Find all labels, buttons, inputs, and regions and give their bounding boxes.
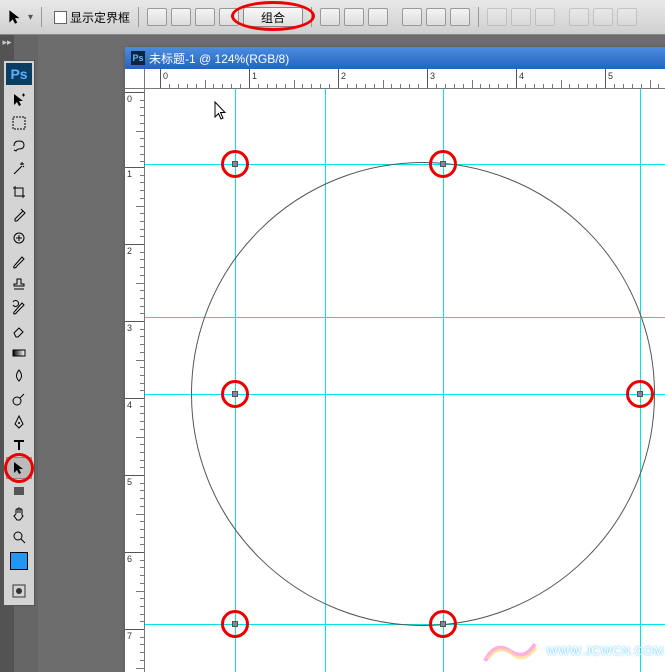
dropdown-arrow-icon[interactable]: ▾ bbox=[28, 12, 33, 23]
checkbox-icon bbox=[54, 11, 67, 24]
ruler-h-tick: 0 bbox=[163, 71, 168, 81]
tool-brush[interactable] bbox=[6, 250, 32, 272]
align-6[interactable] bbox=[450, 8, 470, 26]
ruler-v-tick: 0 bbox=[127, 94, 132, 104]
ruler-h-tick: 2 bbox=[341, 71, 346, 81]
tool-path-select[interactable] bbox=[6, 457, 32, 479]
ruler-h-tick: 5 bbox=[608, 71, 613, 81]
distribute-3[interactable] bbox=[535, 8, 555, 26]
watermark: WWW.JCWCN.COM bbox=[480, 636, 664, 666]
align-4[interactable] bbox=[402, 8, 422, 26]
path-op-2[interactable] bbox=[171, 8, 191, 26]
ruler-h-tick: 3 bbox=[430, 71, 435, 81]
tool-hand[interactable] bbox=[6, 503, 32, 525]
tool-crop[interactable] bbox=[6, 181, 32, 203]
tool-gradient[interactable] bbox=[6, 342, 32, 364]
combine-button-label: 组合 bbox=[261, 11, 285, 25]
tool-wand[interactable] bbox=[6, 158, 32, 180]
document-title-text: 未标题-1 @ 124%(RGB/8) bbox=[149, 50, 289, 67]
ruler-v-tick: 7 bbox=[127, 631, 132, 641]
distribute-2[interactable] bbox=[511, 8, 531, 26]
ruler-v-tick: 1 bbox=[127, 169, 132, 179]
tool-pen[interactable] bbox=[6, 411, 32, 433]
expand-arrows-icon: ▸▸ bbox=[0, 35, 14, 47]
ps-logo-icon: Ps bbox=[6, 63, 32, 85]
distribute-6[interactable] bbox=[617, 8, 637, 26]
distribute-4[interactable] bbox=[569, 8, 589, 26]
toolbox-panel: Ps bbox=[3, 60, 35, 606]
ruler-v-tick: 5 bbox=[127, 477, 132, 487]
align-2[interactable] bbox=[344, 8, 364, 26]
ruler-origin-corner[interactable] bbox=[125, 69, 145, 89]
quick-mask-button[interactable] bbox=[6, 580, 32, 602]
ruler-h-tick: 4 bbox=[519, 71, 524, 81]
combine-button[interactable]: 组合 bbox=[243, 7, 303, 27]
anchor-point[interactable] bbox=[440, 621, 446, 627]
cursor-icon bbox=[213, 101, 227, 121]
tool-eyedropper[interactable] bbox=[6, 204, 32, 226]
foreground-swatch[interactable] bbox=[10, 552, 28, 570]
tool-healing[interactable] bbox=[6, 227, 32, 249]
background-swatch[interactable] bbox=[17, 559, 31, 573]
tool-move[interactable] bbox=[6, 89, 32, 111]
tool-history-brush[interactable] bbox=[6, 296, 32, 318]
tool-zoom[interactable] bbox=[6, 526, 32, 548]
anchor-point[interactable] bbox=[637, 391, 643, 397]
canvas-area[interactable]: WWW.JCWCN.COM bbox=[145, 89, 665, 672]
align-3[interactable] bbox=[368, 8, 388, 26]
document-titlebar[interactable]: Ps 未标题-1 @ 124%(RGB/8) bbox=[125, 47, 665, 69]
ruler-h-tick: 1 bbox=[252, 71, 257, 81]
vertical-ruler[interactable]: 0 1 2 3 4 5 6 7 bbox=[125, 89, 145, 672]
path-op-1[interactable] bbox=[147, 8, 167, 26]
path-op-3[interactable] bbox=[195, 8, 215, 26]
anchor-point[interactable] bbox=[232, 621, 238, 627]
tool-marquee[interactable] bbox=[6, 112, 32, 134]
anchor-point[interactable] bbox=[232, 391, 238, 397]
circle-path[interactable] bbox=[191, 162, 655, 626]
ruler-v-tick: 2 bbox=[127, 246, 132, 256]
path-select-indicator bbox=[6, 8, 24, 26]
ruler-v-tick: 6 bbox=[127, 554, 132, 564]
tool-stamp[interactable] bbox=[6, 273, 32, 295]
distribute-1[interactable] bbox=[487, 8, 507, 26]
watermark-logo-icon bbox=[480, 636, 540, 666]
distribute-5[interactable] bbox=[593, 8, 613, 26]
align-5[interactable] bbox=[426, 8, 446, 26]
ps-doc-icon: Ps bbox=[131, 51, 145, 65]
tool-rectangle[interactable] bbox=[6, 480, 32, 502]
tool-lasso[interactable] bbox=[6, 135, 32, 157]
path-op-4[interactable] bbox=[219, 8, 239, 26]
horizontal-ruler[interactable]: 0123456 bbox=[145, 69, 665, 89]
tool-blur[interactable] bbox=[6, 365, 32, 387]
ruler-v-tick: 4 bbox=[127, 400, 132, 410]
path-options-bar: ▾ 显示定界框 组合 bbox=[0, 0, 665, 35]
show-bounds-label: 显示定界框 bbox=[70, 9, 130, 26]
anchor-point[interactable] bbox=[232, 161, 238, 167]
show-bounds-checkbox[interactable]: 显示定界框 bbox=[54, 9, 130, 26]
document-window: Ps 未标题-1 @ 124%(RGB/8) 0123456 01234567 … bbox=[125, 47, 665, 672]
tool-dodge[interactable] bbox=[6, 388, 32, 410]
tool-type[interactable] bbox=[6, 434, 32, 456]
ruler-v-tick: 3 bbox=[127, 323, 132, 333]
align-1[interactable] bbox=[320, 8, 340, 26]
workspace: Ps 未标题-1 @ 124%(RGB/8) 0123456 01234567 … bbox=[38, 35, 665, 672]
tool-eraser[interactable] bbox=[6, 319, 32, 341]
anchor-point[interactable] bbox=[440, 161, 446, 167]
watermark-text: WWW.JCWCN.COM bbox=[546, 644, 664, 658]
